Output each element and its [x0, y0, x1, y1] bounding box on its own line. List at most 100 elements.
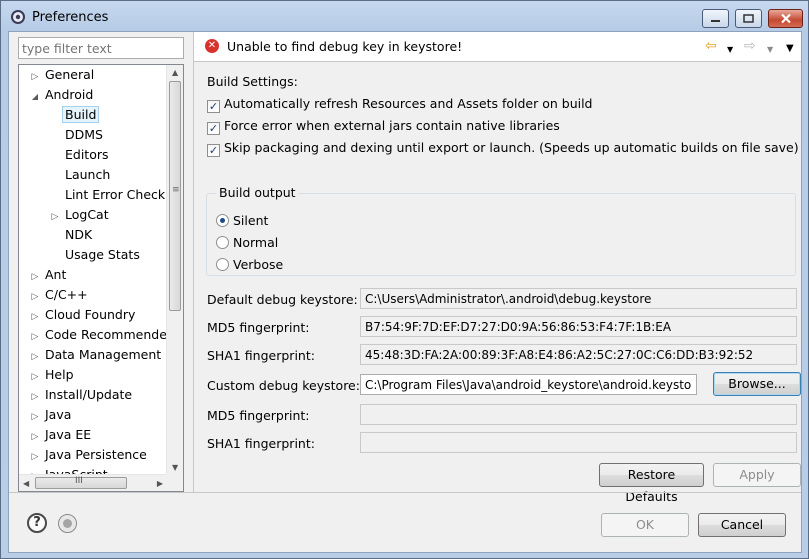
tree-item[interactable]: ▷ Help	[30, 366, 74, 386]
auto-refresh-checkbox[interactable]: ✓ Automatically refresh Resources and Ass…	[207, 96, 593, 114]
skip-packaging-label: Skip packaging and dexing until export o…	[224, 140, 799, 155]
expand-arrow-icon[interactable]: ▷	[30, 268, 40, 286]
tree-item[interactable]: ▷ LogCat	[50, 206, 109, 226]
build-output-group: Build output Silent Normal Verbose	[206, 185, 796, 276]
tree-item[interactable]: ▷ Data Management	[30, 346, 162, 366]
tree-item[interactable]: ▷ Java Persistence	[30, 446, 147, 466]
filter-input[interactable]	[18, 37, 184, 59]
tree-item[interactable]: Lint Error Checking	[50, 186, 167, 206]
radio-silent-label: Silent	[233, 213, 269, 228]
tree-item[interactable]: ◢ Android	[30, 86, 93, 106]
forward-history-dropdown-icon[interactable]: ▼	[767, 43, 773, 57]
sha1-fingerprint-label: SHA1 fingerprint:	[207, 348, 315, 363]
help-icon[interactable]: ?	[27, 513, 47, 533]
dialog-client-area: ▷ General ◢ Android Build DDMS Editors Launch Li…	[8, 31, 802, 553]
radio-selected-icon[interactable]	[216, 214, 229, 227]
default-keystore-field: C:\Users\Administrator\.android\debug.ke…	[360, 288, 797, 309]
tree-item[interactable]: ▷ Install/Update	[30, 386, 133, 406]
dialog-button-bar: ? OK Cancel	[9, 492, 801, 553]
tree-item[interactable]: ▷ General	[30, 66, 95, 86]
error-message: Unable to find debug key in keystore!	[227, 39, 463, 54]
scroll-up-icon[interactable]: ▲	[172, 68, 178, 77]
restore-defaults-button[interactable]: Restore Defaults	[599, 463, 704, 504]
tree-item[interactable]: ▷ C/C++	[30, 286, 88, 306]
radio-verbose-label: Verbose	[233, 257, 284, 272]
scroll-left-icon[interactable]: ◀	[23, 479, 29, 488]
expand-arrow-icon[interactable]: ▷	[30, 308, 40, 326]
expand-arrow-icon[interactable]: ▷	[30, 328, 40, 346]
vertical-scroll-thumb[interactable]: ≡	[169, 81, 181, 311]
radio-unselected-icon[interactable]	[216, 258, 229, 271]
tree-item[interactable]: ▷ Java	[30, 406, 72, 426]
scroll-down-icon[interactable]: ▼	[172, 463, 178, 472]
radio-unselected-icon[interactable]	[216, 236, 229, 249]
cancel-button[interactable]: Cancel	[698, 513, 786, 537]
tree-item[interactable]: DDMS	[50, 126, 103, 146]
apply-button[interactable]: Apply	[713, 463, 801, 487]
sha1-fingerprint-field: 45:48:3D:FA:2A:00:89:3F:A8:E4:86:A2:5C:2…	[360, 344, 797, 365]
close-window-button[interactable]	[768, 9, 803, 28]
radio-normal[interactable]: Normal	[216, 235, 278, 253]
tree-item[interactable]: Launch	[50, 166, 110, 186]
preference-tree[interactable]: ▷ General ◢ Android Build DDMS Editors Launch Li…	[18, 64, 184, 492]
tree-item[interactable]: ▷ Code Recommenders	[30, 326, 167, 346]
tree-item-label: C/C++	[45, 287, 88, 302]
back-arrow-icon[interactable]: ⇦	[705, 39, 717, 53]
tree-item[interactable]: Usage Stats	[50, 246, 140, 266]
skip-packaging-checkbox[interactable]: ✓ Skip packaging and dexing until export …	[207, 140, 799, 158]
checkbox-check-icon[interactable]: ✓	[207, 122, 220, 135]
record-macro-icon[interactable]	[58, 514, 77, 533]
custom-keystore-input[interactable]	[360, 374, 697, 395]
default-keystore-label: Default debug keystore:	[207, 292, 358, 307]
radio-normal-label: Normal	[233, 235, 279, 250]
tree-item-label: Cloud Foundry	[45, 307, 136, 322]
tree-item-label: Ant	[45, 267, 67, 282]
expand-arrow-icon[interactable]: ▷	[30, 348, 40, 366]
custom-keystore-label: Custom debug keystore:	[207, 378, 360, 393]
ok-button[interactable]: OK	[601, 513, 689, 537]
tree-item[interactable]: NDK	[50, 226, 92, 246]
expand-arrow-icon[interactable]: ▷	[50, 208, 60, 226]
tree-horizontal-scrollbar[interactable]: ◀ III ▶	[19, 474, 167, 491]
expand-arrow-icon[interactable]: ▷	[30, 68, 40, 86]
tree-vertical-scrollbar[interactable]: ▲ ≡ ▼	[166, 65, 183, 475]
view-menu-icon[interactable]: ▼	[786, 42, 794, 56]
tree-item-label: Data Management	[45, 347, 162, 362]
tree-item[interactable]: ▷ Ant	[30, 266, 67, 286]
tree-item-label: NDK	[65, 227, 93, 242]
expand-arrow-icon[interactable]: ▷	[30, 368, 40, 386]
horizontal-scroll-thumb[interactable]: III	[35, 476, 127, 489]
back-history-dropdown-icon[interactable]: ▼	[727, 43, 733, 57]
force-error-label: Force error when external jars contain n…	[224, 118, 560, 133]
radio-silent[interactable]: Silent	[216, 213, 268, 231]
title-bar[interactable]: Preferences	[1, 1, 808, 31]
expand-arrow-icon[interactable]: ▷	[30, 408, 40, 426]
expand-arrow-icon[interactable]: ▷	[30, 428, 40, 446]
forward-arrow-icon[interactable]: ⇨	[744, 39, 756, 53]
maximize-button[interactable]	[735, 9, 762, 28]
expand-arrow-icon[interactable]: ▷	[30, 388, 40, 406]
tree-item-label: Build	[62, 106, 100, 123]
tree-item-label: Java Persistence	[45, 447, 147, 462]
browse-button[interactable]: Browse...	[713, 372, 801, 396]
checkbox-check-icon[interactable]: ✓	[207, 100, 220, 113]
collapse-arrow-icon[interactable]: ◢	[30, 88, 40, 106]
tree-item[interactable]: ▷ Java EE	[30, 426, 92, 446]
preferences-window: Preferences ▷ General ◢ Android Build DDMS Edi…	[0, 0, 809, 559]
expand-arrow-icon[interactable]: ▷	[30, 288, 40, 306]
tree-item-label: Code Recommenders	[45, 327, 167, 342]
build-output-legend: Build output	[216, 185, 299, 200]
checkbox-check-icon[interactable]: ✓	[207, 144, 220, 157]
scroll-right-icon[interactable]: ▶	[157, 479, 163, 488]
tree-item[interactable]: Build	[50, 106, 100, 126]
error-icon: ✕	[205, 39, 219, 53]
tree-item-label: Help	[45, 367, 74, 382]
expand-arrow-icon[interactable]: ▷	[30, 448, 40, 466]
tree-item[interactable]: Editors	[50, 146, 109, 166]
minimize-button[interactable]	[702, 9, 729, 28]
build-settings-heading: Build Settings:	[207, 74, 298, 89]
force-error-checkbox[interactable]: ✓ Force error when external jars contain …	[207, 118, 560, 136]
radio-verbose[interactable]: Verbose	[216, 257, 283, 275]
tree-item[interactable]: ▷ Cloud Foundry	[30, 306, 136, 326]
tree-item-label: Java	[45, 407, 72, 422]
